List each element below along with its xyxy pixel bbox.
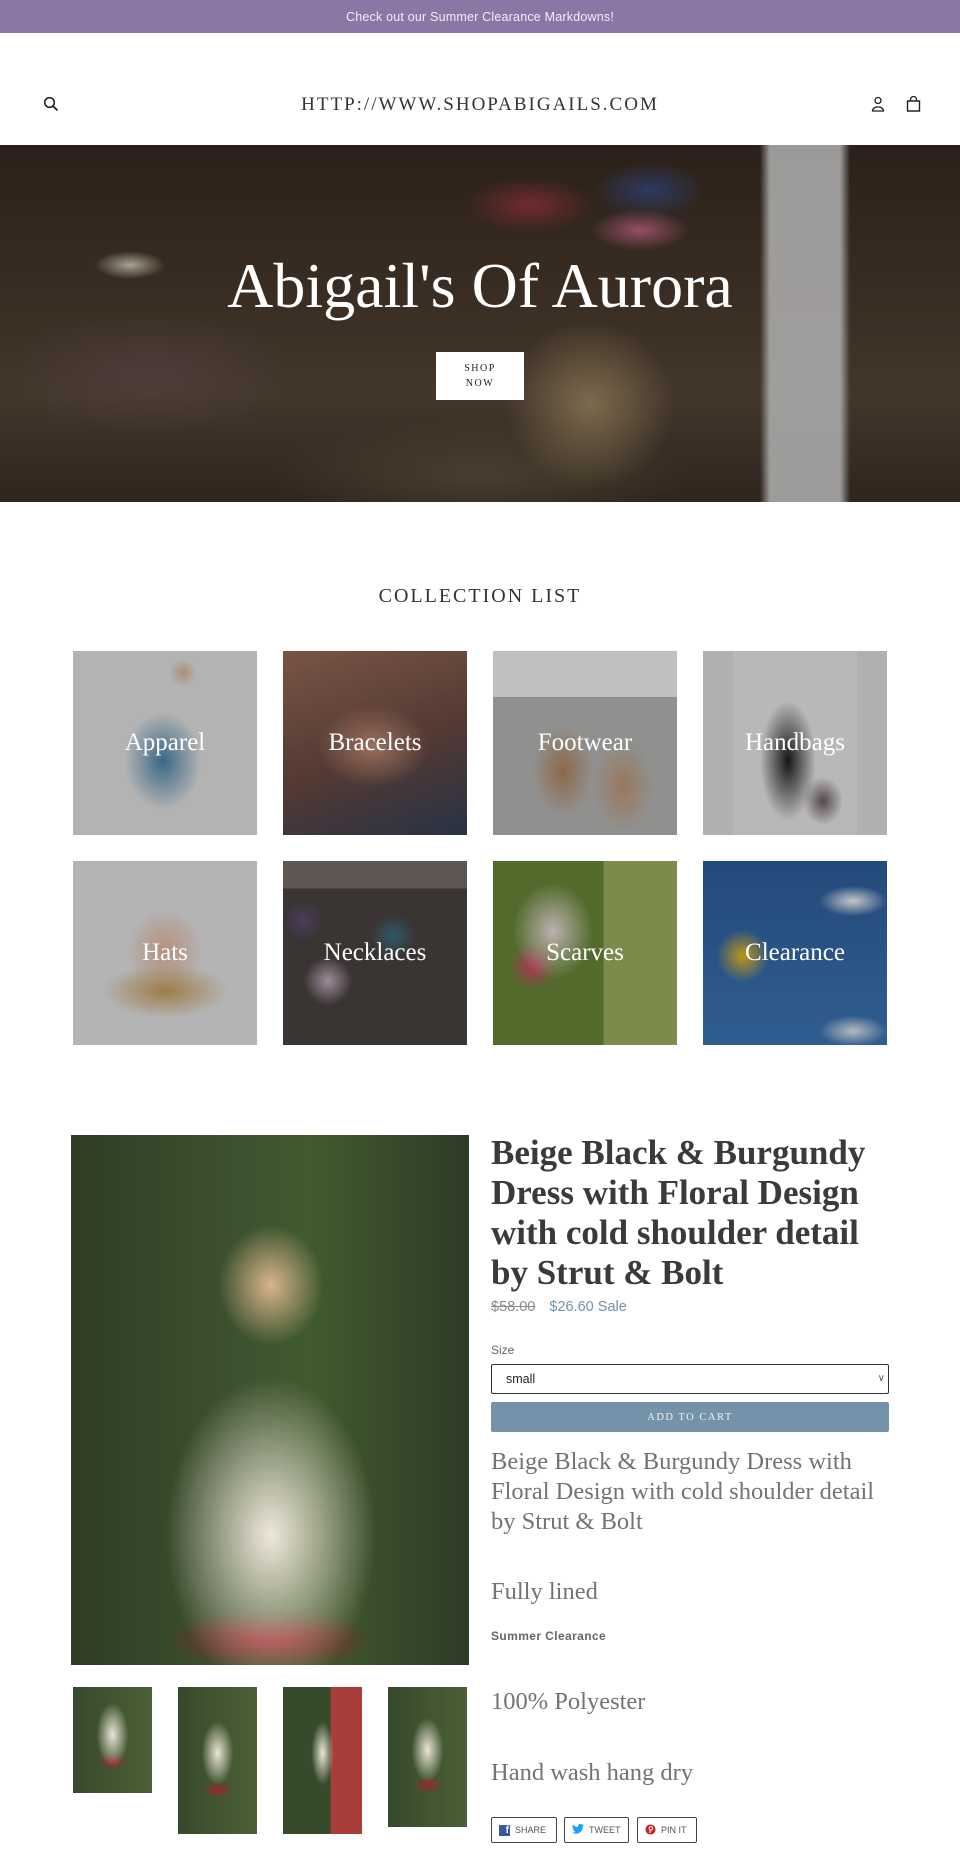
- product-tag: Summer Clearance: [491, 1629, 607, 1643]
- collection-bracelets[interactable]: Bracelets: [283, 651, 467, 835]
- collection-label: Footwear: [537, 729, 633, 756]
- product-thumbnail-3[interactable]: [283, 1687, 362, 1834]
- size-label: Size: [491, 1343, 515, 1357]
- share-twitter-button[interactable]: TWEET: [564, 1817, 629, 1843]
- product-feature-care: Hand wash hang dry: [491, 1759, 694, 1786]
- twitter-icon: [572, 1823, 584, 1836]
- collection-label: Hats: [142, 939, 188, 966]
- product-feature-lining: Fully lined: [491, 1578, 598, 1605]
- announcement-text[interactable]: Check out our Summer Clearance Markdowns…: [346, 10, 614, 24]
- product-thumbnail-2[interactable]: [178, 1687, 257, 1834]
- collection-label: Necklaces: [323, 939, 427, 966]
- collection-apparel[interactable]: Apparel: [73, 651, 257, 835]
- site-logo[interactable]: HTTP://WWW.SHOPABIGAILS.COM: [0, 94, 960, 116]
- size-selected-value: small: [506, 1372, 536, 1386]
- product-title: Beige Black & Burgundy Dress with Floral…: [491, 1133, 866, 1292]
- announcement-bar[interactable]: Check out our Summer Clearance Markdowns…: [0, 0, 960, 33]
- share-label: SHARE: [515, 1825, 547, 1835]
- shop-now-button[interactable]: SHOP NOW: [436, 352, 524, 400]
- product-price: $58.00 $26.60 Sale: [491, 1299, 627, 1315]
- collection-clearance[interactable]: Clearance: [703, 861, 887, 1045]
- pinterest-icon: [645, 1823, 656, 1837]
- chevron-down-icon: ∨: [877, 1373, 885, 1384]
- product-thumbnail-4[interactable]: [388, 1687, 467, 1827]
- size-select[interactable]: small ∨: [491, 1364, 889, 1394]
- tweet-label: TWEET: [589, 1825, 621, 1835]
- collection-list-title: COLLECTION LIST: [378, 585, 582, 607]
- collection-footwear[interactable]: Footwear: [493, 651, 677, 835]
- product-main-image[interactable]: [71, 1135, 469, 1665]
- pin-label: PIN IT: [661, 1825, 687, 1835]
- collection-label: Scarves: [546, 939, 624, 966]
- collection-hats[interactable]: Hats: [73, 861, 257, 1045]
- product-thumbnail-1[interactable]: [73, 1687, 152, 1793]
- sale-price: $26.60: [549, 1299, 594, 1315]
- site-header: HTTP://WWW.SHOPABIGAILS.COM: [0, 33, 960, 145]
- collection-label: Handbags: [745, 729, 845, 756]
- collection-label: Bracelets: [328, 729, 422, 756]
- share-pinterest-button[interactable]: PIN IT: [637, 1817, 697, 1843]
- collection-label: Clearance: [745, 939, 845, 966]
- collection-label: Apparel: [124, 729, 206, 756]
- add-to-cart-button[interactable]: ADD TO CART: [491, 1402, 889, 1432]
- cart-icon[interactable]: [906, 95, 926, 116]
- collection-handbags[interactable]: Handbags: [703, 651, 887, 835]
- product-description-heading: Beige Black & Burgundy Dress with Floral…: [491, 1448, 875, 1535]
- share-facebook-button[interactable]: f SHARE: [491, 1817, 557, 1843]
- account-icon[interactable]: [871, 96, 891, 116]
- regular-price: $58.00: [491, 1299, 536, 1315]
- collection-scarves[interactable]: Scarves: [493, 861, 677, 1045]
- hero-title: Abigail's Of Aurora: [227, 250, 733, 321]
- product-feature-material: 100% Polyester: [491, 1688, 646, 1715]
- facebook-icon: f: [499, 1824, 510, 1836]
- collection-necklaces[interactable]: Necklaces: [283, 861, 467, 1045]
- hero-banner: Abigail's Of Aurora SHOP NOW: [0, 145, 960, 502]
- sale-label: Sale: [597, 1299, 627, 1315]
